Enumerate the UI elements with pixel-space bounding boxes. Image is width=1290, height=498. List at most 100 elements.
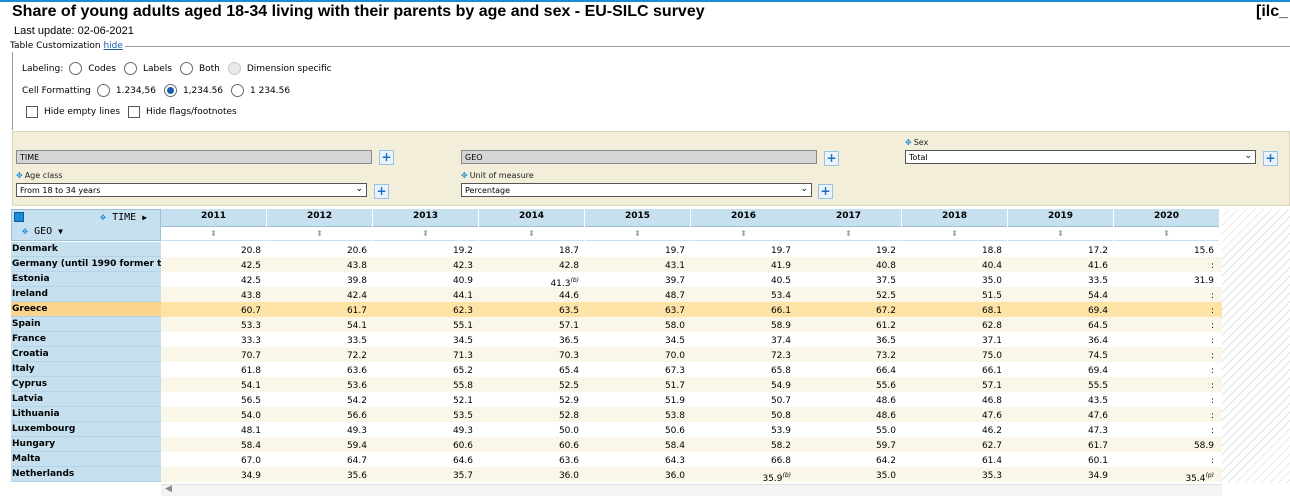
sort-icon[interactable]: ⬍ (373, 226, 478, 240)
table-cell[interactable]: 64.7 (267, 455, 373, 467)
table-cell[interactable]: 40.8 (796, 260, 902, 272)
unit-add-button[interactable]: + (818, 184, 833, 199)
year-column-header[interactable]: 2020 ⬍ (1114, 209, 1220, 241)
table-cell[interactable]: 66.1 (902, 365, 1008, 377)
geo-row-label[interactable]: Lithuania (11, 407, 161, 422)
table-cell[interactable]: 40.5 (691, 275, 797, 287)
table-cell[interactable]: : (1114, 395, 1220, 407)
geo-row-label[interactable]: Ireland (11, 287, 161, 302)
table-cell[interactable]: 50.6 (585, 425, 691, 437)
table-cell[interactable]: 33.3 (161, 335, 267, 347)
table-cell[interactable]: 43.8 (161, 290, 267, 302)
table-cell[interactable]: 57.1 (479, 320, 585, 332)
table-cell[interactable]: 65.2 (373, 365, 479, 377)
table-row[interactable]: Luxembourg 48.1 49.3 49.3 50.0 50.6 53.9 55.0 46… (11, 422, 1222, 437)
table-row[interactable]: Ireland 43.8 42.4 44.1 44.6 48.7 53.4 52.5 51.5 5… (11, 287, 1222, 302)
table-cell[interactable]: 19.7 (585, 245, 691, 257)
table-cell[interactable]: 42.4 (267, 290, 373, 302)
year-column-header[interactable]: 2013 ⬍ (373, 209, 479, 241)
table-cell[interactable]: 70.0 (585, 350, 691, 362)
table-cell[interactable]: 69.4 (1008, 365, 1114, 377)
sort-icon[interactable]: ⬍ (1008, 226, 1113, 240)
table-cell[interactable]: 35.6 (267, 470, 373, 482)
horizontal-scrollbar[interactable]: ◀ (161, 484, 1222, 496)
table-row[interactable]: Lithuania 54.0 56.6 53.5 52.8 53.8 50.8 48.6 47.… (11, 407, 1222, 422)
table-cell[interactable]: 65.4 (479, 365, 585, 377)
table-cell[interactable]: : (1114, 260, 1220, 272)
year-column-header[interactable]: 2012 ⬍ (267, 209, 373, 241)
sex-add-button[interactable]: + (1263, 151, 1278, 166)
geo-row-label[interactable]: Netherlands (11, 467, 161, 482)
table-cell[interactable]: : (1114, 350, 1220, 362)
time-dimension-box[interactable]: TIME (16, 150, 372, 164)
table-cell[interactable]: 64.2 (796, 455, 902, 467)
format-comma-decimal-radio[interactable] (96, 84, 110, 97)
table-cell[interactable]: 42.5 (161, 275, 267, 287)
table-cell[interactable]: 54.9 (691, 380, 797, 392)
table-cell[interactable]: : (1114, 425, 1220, 437)
year-column-header[interactable]: 2015 ⬍ (585, 209, 691, 241)
labeling-codes-radio[interactable] (69, 62, 83, 75)
table-cell[interactable]: 40.4 (902, 260, 1008, 272)
table-cell[interactable]: 50.7 (691, 395, 797, 407)
table-cell[interactable]: 70.3 (479, 350, 585, 362)
table-cell[interactable]: 52.1 (373, 395, 479, 407)
table-cell[interactable]: 52.5 (796, 290, 902, 302)
table-cell[interactable]: 36.5 (796, 335, 902, 347)
table-cell[interactable]: 49.3 (267, 425, 373, 437)
table-cell[interactable]: 64.5 (1008, 320, 1114, 332)
table-cell[interactable]: 37.5 (796, 275, 902, 287)
sort-icon[interactable]: ⬍ (796, 226, 901, 240)
table-cell[interactable]: 41.6 (1008, 260, 1114, 272)
table-cell[interactable]: : (1114, 380, 1220, 392)
table-cell[interactable]: 36.4 (1008, 335, 1114, 347)
time-add-button[interactable]: + (379, 150, 394, 165)
table-cell[interactable]: 37.4 (691, 335, 797, 347)
table-cell[interactable]: 40.9 (373, 275, 479, 287)
table-cell[interactable]: 54.2 (267, 395, 373, 407)
sort-icon[interactable]: ⬍ (479, 226, 584, 240)
sort-icon[interactable]: ⬍ (1114, 226, 1219, 240)
table-cell[interactable]: : (1114, 305, 1220, 317)
year-column-header[interactable]: 2014 ⬍ (479, 209, 585, 241)
table-cell[interactable]: 69.4 (1008, 305, 1114, 317)
table-cell[interactable]: 60.6 (373, 440, 479, 452)
table-cell[interactable]: 34.9 (161, 470, 267, 482)
table-cell[interactable]: 72.3 (691, 350, 797, 362)
table-row[interactable]: France 33.3 33.5 34.5 36.5 34.5 37.4 36.5 37.1 36… (11, 332, 1222, 347)
geo-row-label[interactable]: Denmark (11, 242, 161, 257)
table-cell[interactable]: 34.5 (373, 335, 479, 347)
table-cell[interactable]: 47.3 (1008, 425, 1114, 437)
table-cell[interactable]: 42.3 (373, 260, 479, 272)
table-cell[interactable]: 53.3 (161, 320, 267, 332)
table-cell[interactable]: 70.7 (161, 350, 267, 362)
table-cell[interactable]: 50.0 (479, 425, 585, 437)
table-cell[interactable]: 60.6 (479, 440, 585, 452)
table-cell[interactable]: 44.6 (479, 290, 585, 302)
table-cell[interactable]: 67.2 (796, 305, 902, 317)
table-cell[interactable]: 63.7 (585, 305, 691, 317)
table-cell[interactable]: 48.7 (585, 290, 691, 302)
table-cell[interactable]: 48.1 (161, 425, 267, 437)
table-cell[interactable]: 44.1 (373, 290, 479, 302)
table-cell[interactable]: 55.1 (373, 320, 479, 332)
unit-select[interactable]: Percentage ⌄ (461, 183, 812, 197)
geo-row-label[interactable]: Germany (until 1990 former t (11, 257, 161, 272)
table-cell[interactable]: 61.8 (161, 365, 267, 377)
table-cell[interactable]: 50.8 (691, 410, 797, 422)
table-cell[interactable]: 56.6 (267, 410, 373, 422)
geo-row-label[interactable]: Italy (11, 362, 161, 377)
table-cell[interactable]: 58.4 (585, 440, 691, 452)
table-cell[interactable]: 54.0 (161, 410, 267, 422)
geo-row-label[interactable]: Estonia (11, 272, 161, 287)
geo-row-label[interactable]: Luxembourg (11, 422, 161, 437)
geo-row-label[interactable]: Latvia (11, 392, 161, 407)
geo-row-label[interactable]: Greece (11, 302, 161, 317)
year-column-header[interactable]: 2019 ⬍ (1008, 209, 1114, 241)
table-cell[interactable]: 71.3 (373, 350, 479, 362)
year-column-header[interactable]: 2016 ⬍ (691, 209, 797, 241)
table-cell[interactable]: 54.1 (267, 320, 373, 332)
table-cell[interactable]: 56.5 (161, 395, 267, 407)
table-cell[interactable]: 19.2 (796, 245, 902, 257)
table-cell[interactable]: 55.5 (1008, 380, 1114, 392)
